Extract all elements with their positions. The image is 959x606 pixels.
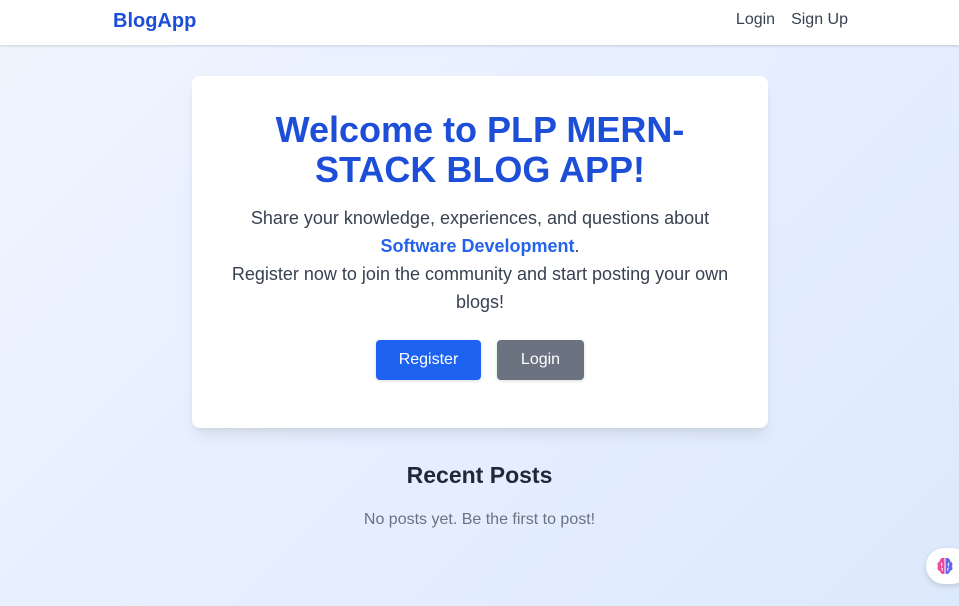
hero-title-line-1: Welcome to PLP MERN-: [275, 109, 685, 150]
hero-description: Share your knowledge, experiences, and q…: [212, 204, 748, 316]
hero-text-part-1: Share your knowledge, experiences, and q…: [250, 208, 710, 228]
register-button[interactable]: Register: [376, 340, 481, 380]
brand-logo-link[interactable]: BlogApp: [113, 10, 196, 33]
recent-posts-title: Recent Posts: [406, 462, 553, 488]
nav-signup-link[interactable]: Sign Up: [791, 11, 848, 29]
nav-login-link[interactable]: Login: [736, 11, 775, 29]
hero-title: Welcome to PLP MERN- STACK BLOG APP!: [192, 110, 768, 190]
navbar: BlogApp Login Sign Up: [0, 0, 959, 45]
hero-highlight-software-development: Software Development: [380, 236, 575, 256]
login-button[interactable]: Login: [497, 340, 584, 380]
no-posts-message: No posts yet. Be the first to post!: [363, 511, 596, 528]
floating-assistant-button[interactable]: [926, 548, 959, 584]
hero-card: Welcome to PLP MERN- STACK BLOG APP! Sha…: [192, 76, 768, 428]
brain-icon: [937, 557, 953, 575]
hero-text-part-2: .: [574, 236, 580, 256]
nav-links: Login Sign Up: [736, 11, 848, 29]
hero-title-line-2: STACK BLOG APP!: [315, 149, 645, 190]
hero-text-line-2: Register now to join the community and s…: [231, 264, 729, 312]
